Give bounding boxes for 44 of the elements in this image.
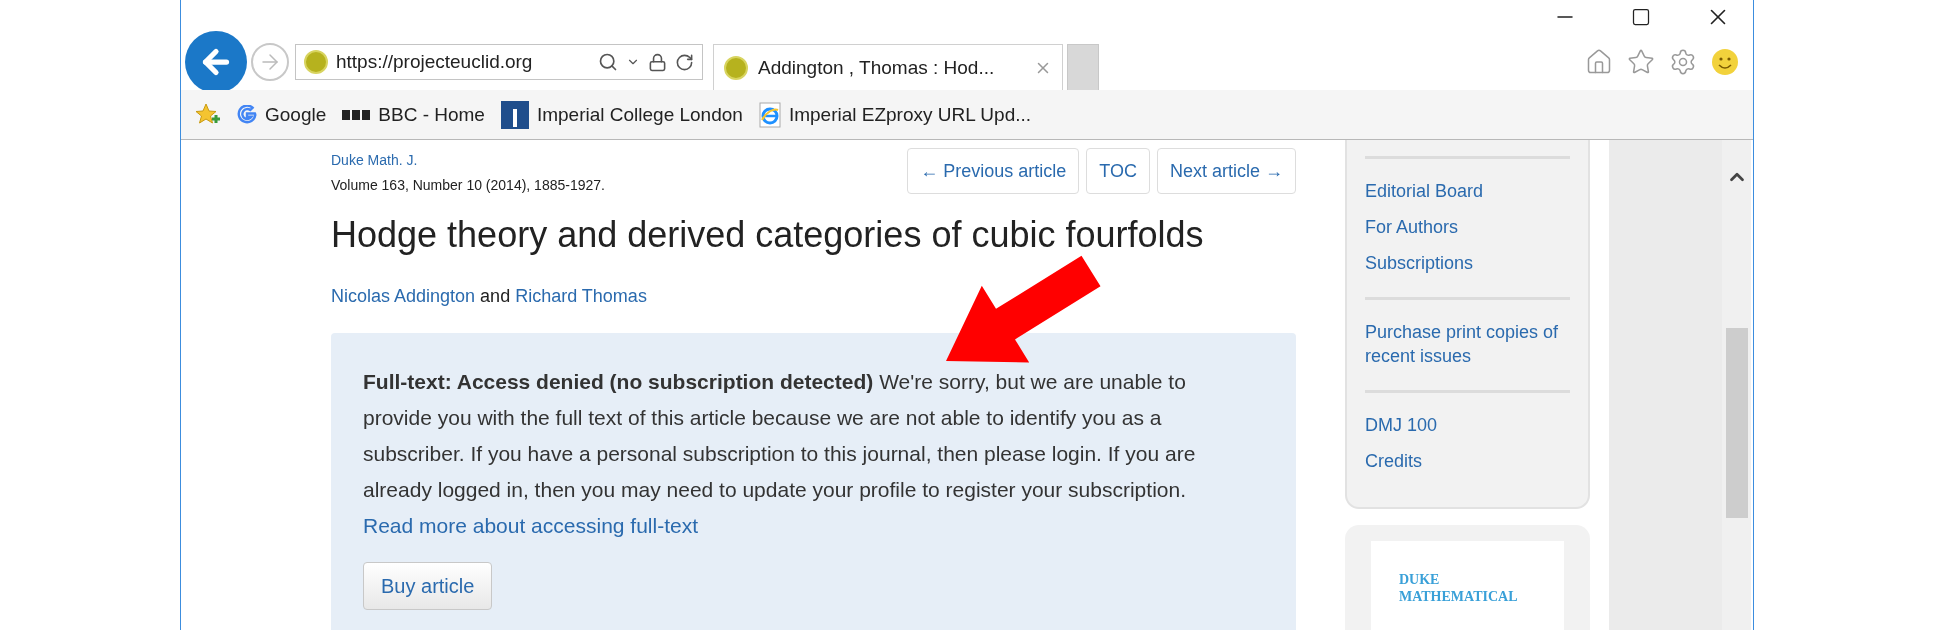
sidebar-link[interactable]: Subscriptions	[1365, 251, 1565, 275]
author-link[interactable]: Nicolas Addington	[331, 286, 476, 307]
home-icon[interactable]	[1585, 48, 1613, 76]
citation-text: Volume 163, Number 10 (2014), 1885-1927.	[331, 177, 605, 193]
access-message: Full-text: Access denied (no subscription detected) We're sorry, but we are unable to provide you with the full text of this article because we are not able to identify you as a subscriber. If you have a personal subscription to this journal, then please login. If you are already logged in, then you may need to update your profile to register your subscription. Read more about accessing full-text	[363, 369, 1197, 539]
g-logo-icon	[237, 104, 257, 125]
sidebar-link[interactable]: For Authors	[1365, 215, 1565, 239]
author-separator: and	[480, 286, 511, 307]
site-icon	[724, 55, 748, 80]
favorite-link[interactable]: Imperial EZproxy URL Upd...	[758, 101, 1032, 128]
maximize-icon[interactable]	[1631, 7, 1651, 27]
favorite-link[interactable]: Google	[237, 103, 327, 126]
cover-title: MATHEMATICAL	[1399, 588, 1519, 605]
e-logo-icon	[758, 101, 781, 128]
author-link[interactable]: Richard Thomas	[515, 286, 647, 307]
read-more-link[interactable]: Read more about accessing full-text	[363, 514, 698, 537]
journal-cover[interactable]: DUKE MATHEMATICAL	[1371, 541, 1564, 630]
settings-icon[interactable]	[1669, 48, 1697, 76]
blocks-logo-icon	[342, 108, 371, 121]
browser-tab[interactable]: Addington , Thomas : Hod...	[713, 44, 1063, 90]
article-nav-button[interactable]: TOC	[1086, 148, 1150, 194]
refresh-icon[interactable]	[675, 52, 694, 72]
search-icon[interactable]	[598, 52, 618, 72]
buy-article-button[interactable]: Buy article	[363, 562, 493, 610]
cover-title: DUKE	[1399, 571, 1441, 588]
article-nav-button[interactable]: Next article →	[1156, 148, 1296, 194]
site-icon	[304, 50, 328, 74]
address-bar[interactable]: https://projecteuclid.org	[295, 44, 703, 80]
smiley-icon[interactable]	[1711, 48, 1739, 76]
flag-logo-icon	[500, 100, 529, 129]
sidebar-link[interactable]: Credits	[1365, 449, 1565, 473]
sidebar-link[interactable]: Editorial Board	[1365, 179, 1565, 203]
journal-link[interactable]: Duke Math. J.	[331, 152, 605, 168]
star-icon[interactable]	[1627, 48, 1655, 76]
favorite-link[interactable]: BBC - Home	[342, 103, 485, 126]
lock-icon	[648, 52, 667, 72]
scroll-thumb[interactable]	[1725, 328, 1748, 518]
sidebar-link[interactable]: DMJ 100	[1365, 413, 1565, 437]
url-text: https://projecteuclid.org	[336, 51, 534, 73]
scrollbar[interactable]	[1722, 140, 1751, 630]
article-nav-button[interactable]: ← Previous article	[907, 148, 1080, 194]
favorite-link[interactable]: Imperial College London	[500, 100, 743, 129]
sidebar-link[interactable]: Purchase print copies of recent issues	[1365, 320, 1565, 368]
article-title: Hodge theory and derived categories of cubic fourfolds	[331, 214, 1205, 256]
